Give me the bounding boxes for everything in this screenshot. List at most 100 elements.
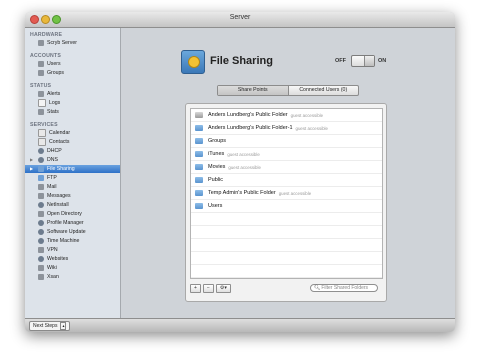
chevron-up-icon: ▴: [60, 322, 67, 330]
directory-icon: [38, 211, 44, 217]
alert-icon: [38, 91, 44, 97]
calendar-icon: [38, 129, 46, 137]
log-icon: [38, 99, 46, 107]
share-points-panel: Anders Lundberg's Public Folder guest acc…: [185, 103, 387, 302]
bottom-bar: Next Steps ▴: [25, 318, 455, 332]
list-action-buttons: + − ⚙▾: [190, 284, 233, 293]
sidebar-item-messages[interactable]: Messages: [38, 192, 120, 200]
sidebar-section-hardware: HARDWARE: [30, 32, 63, 38]
sidebar-item-contacts[interactable]: Contacts: [38, 138, 120, 146]
segmented-tabs: Share Points Connected Users (0): [217, 85, 359, 96]
dns-disclosure-triangle-icon[interactable]: ▶: [30, 157, 33, 162]
sidebar-item-users[interactable]: Users: [38, 60, 120, 68]
file-sharing-icon: [38, 166, 44, 172]
folder-icon: [195, 190, 203, 196]
time-machine-icon: [38, 238, 44, 244]
sidebar-item-dns[interactable]: DNS: [38, 156, 120, 164]
next-steps-button[interactable]: Next Steps ▴: [29, 321, 71, 331]
file-sharing-disclosure-triangle-icon[interactable]: ▶: [30, 166, 33, 171]
list-item[interactable]: Anders Lundberg's Public Folder-1 guest a…: [191, 122, 382, 135]
ftp-icon: [38, 175, 44, 181]
sidebar-item-logs[interactable]: Logs: [38, 99, 120, 107]
page-title: File Sharing: [210, 55, 273, 67]
sidebar-item-vpn[interactable]: VPN: [38, 246, 120, 254]
websites-icon: [38, 256, 44, 262]
sidebar: HARDWARE Scryb Server ACCOUNTS Users Gro…: [25, 28, 121, 319]
wiki-icon: [38, 265, 44, 271]
main-content: File Sharing OFF ON Share Points Connect…: [121, 28, 455, 319]
off-label: OFF: [335, 58, 346, 64]
sidebar-item-alerts[interactable]: Alerts: [38, 90, 120, 98]
pedestrian-badge-icon: [188, 56, 200, 68]
list-item[interactable]: Temp Admin's Public Folder guest accessib…: [191, 187, 382, 200]
file-sharing-app-icon: [181, 50, 205, 74]
sidebar-item-wiki[interactable]: Wiki: [38, 264, 120, 272]
server-window: Server HARDWARE Scryb Server ACCOUNTS Us…: [25, 12, 455, 332]
folder-icon: [195, 177, 203, 183]
sidebar-item-mail[interactable]: Mail: [38, 183, 120, 191]
disk-icon: [195, 112, 203, 118]
toggle-knob[interactable]: [364, 56, 374, 66]
gear-action-button[interactable]: ⚙▾: [215, 284, 231, 293]
sidebar-item-software-update[interactable]: Software Update: [38, 228, 120, 236]
folder-icon: [195, 164, 203, 170]
list-item[interactable]: iTunes guest accessible: [191, 148, 382, 161]
folder-icon: [195, 125, 203, 131]
messages-icon: [38, 193, 44, 199]
list-item[interactable]: Movies guest accessible: [191, 161, 382, 174]
list-item[interactable]: Groups: [191, 135, 382, 148]
netinstall-icon: [38, 202, 44, 208]
list-item[interactable]: Users: [191, 200, 382, 213]
sidebar-item-xsan[interactable]: Xsan: [38, 273, 120, 281]
add-button[interactable]: +: [190, 284, 201, 293]
window-title: Server: [229, 14, 251, 21]
tab-connected-users[interactable]: Connected Users (0): [289, 86, 359, 95]
search-icon: 🔍︎: [314, 285, 321, 291]
shared-folders-list: Anders Lundberg's Public Folder guest acc…: [190, 108, 383, 279]
xsan-icon: [38, 274, 44, 280]
sidebar-section-accounts: ACCOUNTS: [30, 53, 61, 59]
empty-list-row: [191, 213, 382, 226]
sidebar-section-status: STATUS: [30, 83, 52, 89]
sidebar-item-calendar[interactable]: Calendar: [38, 129, 120, 137]
sidebar-item-open-directory[interactable]: Open Directory: [38, 210, 120, 218]
empty-list-row: [191, 252, 382, 265]
contacts-icon: [38, 138, 46, 146]
sidebar-item-websites[interactable]: Websites: [38, 255, 120, 263]
empty-list-row: [191, 239, 382, 252]
sidebar-item-file-sharing[interactable]: File Sharing: [25, 165, 120, 173]
sidebar-item-netinstall[interactable]: NetInstall: [38, 201, 120, 209]
globe-icon: [38, 157, 44, 163]
sidebar-item-groups[interactable]: Groups: [38, 69, 120, 77]
group-icon: [38, 70, 44, 76]
folder-icon: [195, 151, 203, 157]
sidebar-item-profile-manager[interactable]: Profile Manager: [38, 219, 120, 227]
update-icon: [38, 229, 44, 235]
profile-icon: [38, 220, 44, 226]
sidebar-item-stats[interactable]: Stats: [38, 108, 120, 116]
dhcp-icon: [38, 148, 44, 154]
mail-icon: [38, 184, 44, 190]
sidebar-item-time-machine[interactable]: Time Machine: [38, 237, 120, 245]
search-placeholder: Filter Shared Folders: [321, 285, 369, 291]
vpn-icon: [38, 247, 44, 253]
folder-icon: [195, 203, 203, 209]
on-label: ON: [378, 58, 387, 64]
empty-list-row: [191, 226, 382, 239]
sidebar-item-dhcp[interactable]: DHCP: [38, 147, 120, 155]
empty-list-row: [191, 265, 382, 278]
tab-share-points[interactable]: Share Points: [218, 86, 289, 95]
list-item[interactable]: Public: [191, 174, 382, 187]
list-item[interactable]: Anders Lundberg's Public Folder guest acc…: [191, 109, 382, 122]
remove-button[interactable]: −: [202, 284, 214, 293]
sidebar-item-ftp[interactable]: FTP: [38, 174, 120, 182]
sidebar-item-scryb-server[interactable]: Scryb Server: [38, 39, 120, 47]
user-icon: [38, 61, 44, 67]
server-icon: [38, 40, 44, 46]
folder-icon: [195, 138, 203, 144]
empty-list-row: [191, 278, 382, 279]
stats-icon: [38, 109, 44, 115]
service-toggle-switch[interactable]: [351, 55, 375, 67]
filter-search-field[interactable]: 🔍︎ Filter Shared Folders: [310, 284, 378, 292]
title-bar: Server: [25, 12, 455, 28]
